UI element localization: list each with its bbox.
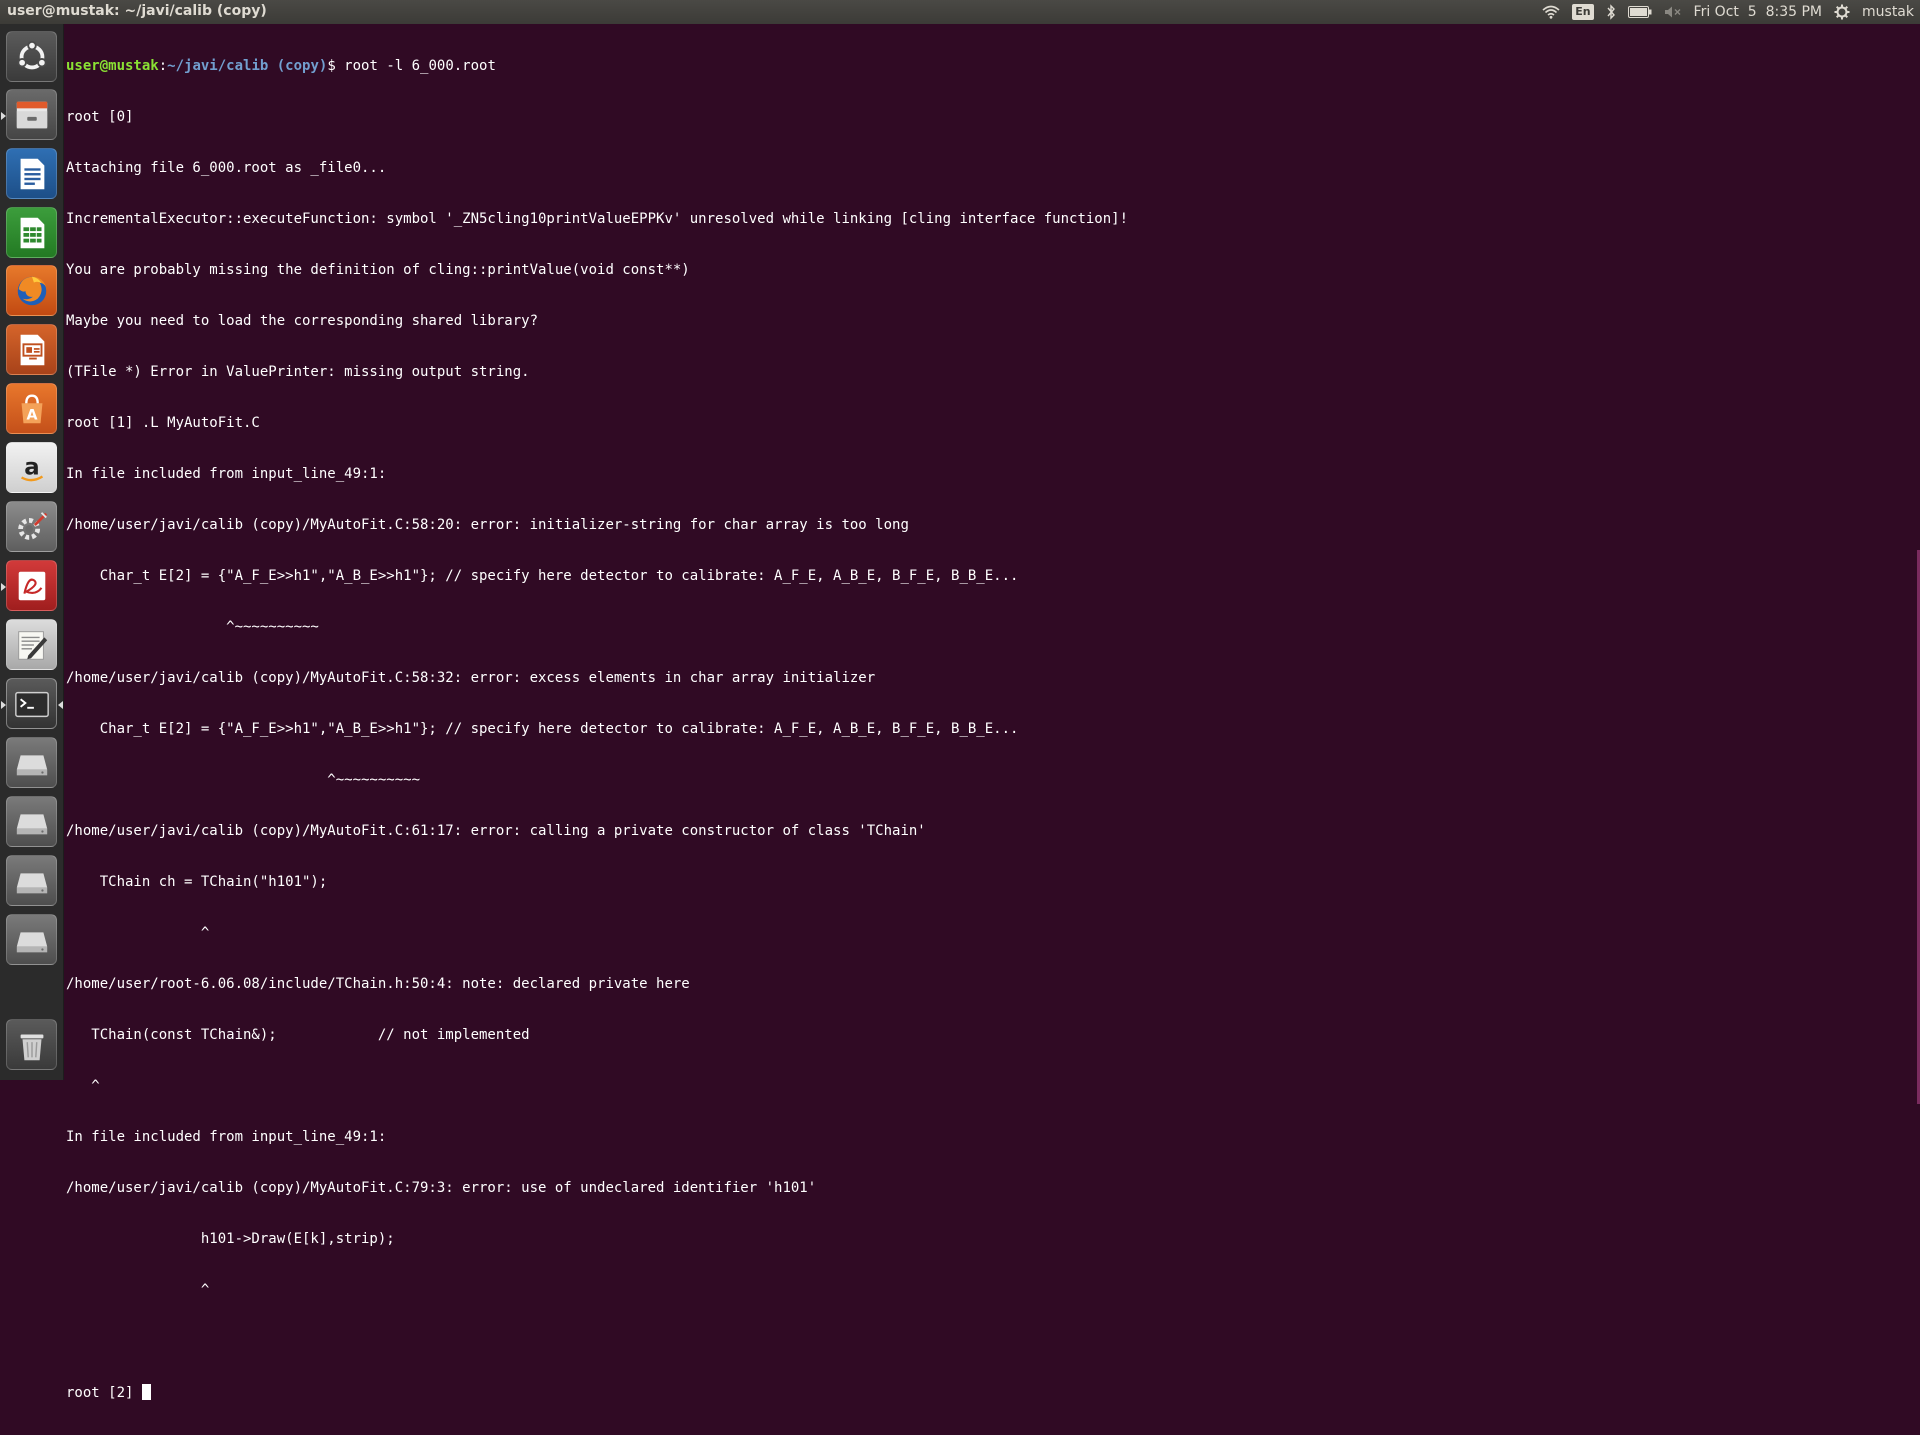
output-line: Char_t E[2] = {"A_F_E>>h1","A_B_E>>h1"};… <box>66 568 1019 584</box>
output-line: (TFile *) Error in ValuePrinter: missing… <box>66 364 530 380</box>
document-viewer-icon <box>18 571 45 600</box>
keyboard-layout-indicator[interactable]: En <box>1572 4 1594 20</box>
launcher-item-trash[interactable] <box>6 1019 57 1070</box>
drive-icon <box>16 754 47 775</box>
launcher-item-settings[interactable] <box>6 501 57 552</box>
output-line: root [0] <box>66 109 134 125</box>
terminal-window[interactable]: user@mustak:~/javi/calib (copy)$ root -l… <box>64 24 1920 1401</box>
output-line: ^ <box>66 1078 100 1094</box>
focused-indicator <box>58 701 63 709</box>
launcher-item-writer[interactable] <box>6 148 57 199</box>
terminal-icon <box>14 691 49 717</box>
launcher-item-amazon[interactable]: a <box>6 442 57 493</box>
libreoffice-impress-icon <box>20 334 44 365</box>
prompt-colon: : <box>158 58 168 74</box>
libreoffice-calc-icon <box>20 217 44 248</box>
system-settings-icon <box>17 511 47 540</box>
launcher-item-drive-2[interactable] <box>6 796 57 847</box>
launcher-item-document-viewer[interactable] <box>1 560 57 611</box>
root-prompt: root [2] <box>66 1385 142 1401</box>
launcher-item-drive-3[interactable] <box>6 855 57 906</box>
launcher-item-terminal[interactable] <box>1 678 63 729</box>
prompt-user: user@mustak <box>66 58 159 74</box>
svg-text:a: a <box>24 454 39 480</box>
svg-text:A: A <box>26 407 37 423</box>
running-indicator <box>1 583 6 591</box>
shell-command: root -l 6_000.root <box>335 58 496 74</box>
drive-icon <box>16 813 47 834</box>
output-line: h101->Draw(E[k],strip); <box>66 1231 395 1247</box>
launcher-item-files[interactable] <box>1 89 57 140</box>
running-indicator <box>1 701 6 709</box>
prompt-path: ~/javi/calib (copy) <box>167 58 328 74</box>
output-line: TChain(const TChain&); // not implemente… <box>66 1027 530 1043</box>
output-line: ^ <box>66 925 210 941</box>
launcher-item-drive-4[interactable] <box>6 914 57 965</box>
launcher-item-impress[interactable] <box>6 324 57 375</box>
files-icon <box>16 101 47 128</box>
output-line: Attaching file 6_000.root as _file0... <box>66 160 387 176</box>
output-line: Maybe you need to load the corresponding… <box>66 313 539 329</box>
running-indicator <box>1 112 6 120</box>
output-line: ^~~~~~~~~~~ <box>66 619 319 635</box>
output-line: /home/user/root-6.06.08/include/TChain.h… <box>66 976 690 992</box>
launcher-item-software[interactable]: A <box>6 383 57 434</box>
output-line: In file included from input_line_49:1: <box>66 1129 387 1145</box>
text-cursor <box>141 1384 151 1400</box>
prompt-symbol: $ <box>327 58 336 74</box>
bluetooth-icon[interactable] <box>1606 4 1616 20</box>
trash-icon <box>20 1034 43 1060</box>
wifi-icon[interactable] <box>1542 5 1560 19</box>
volume-muted-icon[interactable] <box>1664 5 1682 19</box>
output-line: /home/user/javi/calib (copy)/MyAutoFit.C… <box>66 823 926 839</box>
launcher: A a <box>0 24 64 1080</box>
libreoffice-writer-icon <box>20 158 44 189</box>
launcher-item-dash[interactable] <box>6 31 57 82</box>
output-line: /home/user/javi/calib (copy)/MyAutoFit.C… <box>66 1180 817 1196</box>
command-line: user@mustak:~/javi/calib (copy)$ root -l… <box>66 58 1920 75</box>
amazon-icon: a <box>20 454 43 481</box>
output-line: Char_t E[2] = {"A_F_E>>h1","A_B_E>>h1"};… <box>66 721 1019 737</box>
output-line: You are probably missing the definition … <box>66 262 690 278</box>
output-line: /home/user/javi/calib (copy)/MyAutoFit.C… <box>66 517 909 533</box>
ubuntu-software-icon: A <box>21 394 42 423</box>
battery-icon[interactable] <box>1627 6 1652 18</box>
text-editor-icon <box>17 630 47 660</box>
top-panel: user@mustak: ~/javi/calib (copy) En Fri … <box>0 0 1920 24</box>
gear-icon[interactable] <box>1834 4 1850 20</box>
window-title: user@mustak: ~/javi/calib (copy) <box>7 3 267 19</box>
output-line: In file included from input_line_49:1: <box>66 466 387 482</box>
output-line: /home/user/javi/calib (copy)/MyAutoFit.C… <box>66 670 876 686</box>
username[interactable]: mustak <box>1862 4 1914 20</box>
indicator-area: En Fri Oct 5 8:35 PM mustak <box>1542 0 1914 24</box>
current-prompt-line[interactable]: root [2] <box>66 1384 1920 1401</box>
launcher-item-text-editor[interactable] <box>6 619 57 670</box>
clock[interactable]: Fri Oct 5 8:35 PM <box>1694 4 1822 20</box>
launcher-item-calc[interactable] <box>6 207 57 258</box>
firefox-icon <box>17 276 46 305</box>
output-line: IncrementalExecutor::executeFunction: sy… <box>66 211 1129 227</box>
output-line: root [1] .L MyAutoFit.C <box>66 415 260 431</box>
output-line: TChain ch = TChain("h101"); <box>66 874 328 890</box>
output-line: ^ <box>66 1282 210 1298</box>
launcher-item-drive-1[interactable] <box>6 737 57 788</box>
launcher-item-firefox[interactable] <box>6 265 57 316</box>
drive-icon <box>16 872 47 893</box>
ubuntu-dash-icon <box>16 40 47 69</box>
output-line: ^~~~~~~~~~~ <box>66 772 421 788</box>
terminal-output[interactable]: user@mustak:~/javi/calib (copy)$ root -l… <box>66 24 1920 1435</box>
drive-icon <box>16 931 47 952</box>
